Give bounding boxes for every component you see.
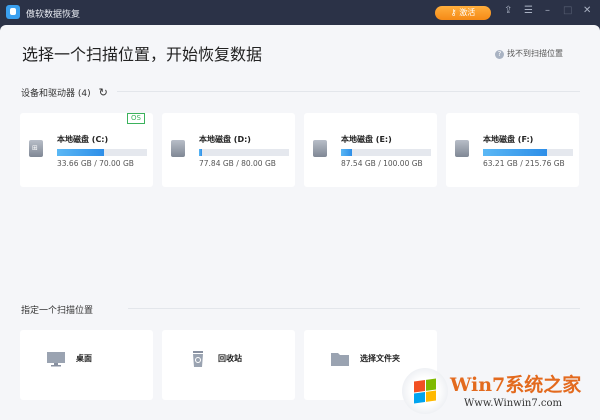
drive-usage-bar bbox=[483, 149, 573, 156]
question-icon: ? bbox=[495, 50, 504, 59]
location-label: 桌面 bbox=[76, 354, 92, 363]
devices-title: 设备和驱动器 (4) bbox=[21, 89, 91, 99]
drive-usage-bar bbox=[341, 149, 431, 156]
windows-logo-icon bbox=[402, 368, 448, 414]
drive-usage-fill bbox=[57, 149, 104, 156]
drive-usage-fill bbox=[483, 149, 547, 156]
location-label: 选择文件夹 bbox=[360, 354, 400, 363]
drive-name: 本地磁盘 (C:) bbox=[57, 135, 109, 144]
drive-usage-bar bbox=[57, 149, 147, 156]
refresh-icon[interactable]: ↻ bbox=[99, 86, 108, 99]
main-panel: 选择一个扫描位置，开始恢复数据 ? 找不到扫描位置 设备和驱动器 (4) ↻ OS … bbox=[0, 25, 600, 420]
drive-usage-fill bbox=[199, 149, 202, 156]
folder-icon bbox=[331, 353, 349, 366]
app-logo-icon bbox=[6, 5, 20, 19]
close-icon[interactable]: ✕ bbox=[583, 5, 591, 16]
locations-section-title: 指定一个扫描位置 bbox=[21, 306, 94, 316]
activate-button[interactable]: ⚷ 激活 bbox=[435, 6, 491, 20]
page-title: 选择一个扫描位置，开始恢复数据 bbox=[22, 45, 263, 64]
help-link-label: 找不到扫描位置 bbox=[507, 49, 563, 58]
drive-name: 本地磁盘 (E:) bbox=[341, 135, 392, 144]
title-bar: 傲软数据恢复 ⚷ 激活 ⇪ ☰ – □ ✕ bbox=[0, 0, 600, 25]
recycle-bin-icon bbox=[193, 351, 203, 367]
drive-size: 33.66 GB / 70.00 GB bbox=[57, 159, 134, 168]
drive-size: 63.21 GB / 215.76 GB bbox=[483, 159, 565, 168]
divider bbox=[128, 308, 580, 309]
key-icon: ⚷ bbox=[450, 8, 460, 17]
app-title: 傲软数据恢复 bbox=[26, 10, 81, 20]
watermark-url: Www.Winwin7.com bbox=[464, 398, 562, 409]
drive-name: 本地磁盘 (F:) bbox=[483, 135, 534, 144]
drive-usage-bar bbox=[199, 149, 289, 156]
desktop-icon bbox=[47, 352, 65, 367]
drive-icon bbox=[313, 140, 327, 157]
drive-name: 本地磁盘 (D:) bbox=[199, 135, 251, 144]
help-link[interactable]: ? 找不到扫描位置 bbox=[495, 48, 563, 59]
devices-section-title: 设备和驱动器 (4) ↻ bbox=[21, 86, 108, 99]
drive-card[interactable]: 本地磁盘 (D:) 77.84 GB / 80.00 GB bbox=[162, 113, 295, 187]
location-desktop[interactable]: 桌面 bbox=[20, 330, 153, 400]
watermark-brand: Win7系统之家 bbox=[450, 374, 582, 396]
drive-card[interactable]: 本地磁盘 (F:) 63.21 GB / 215.76 GB bbox=[446, 113, 579, 187]
menu-icon[interactable]: ☰ bbox=[524, 5, 533, 16]
divider bbox=[117, 91, 580, 92]
drive-icon bbox=[171, 140, 185, 157]
location-recycle-bin[interactable]: 回收站 bbox=[162, 330, 295, 400]
drive-size: 77.84 GB / 80.00 GB bbox=[199, 159, 276, 168]
windows-drive-icon: ⊞ bbox=[29, 140, 43, 157]
minimize-icon[interactable]: – bbox=[545, 5, 550, 16]
export-icon[interactable]: ⇪ bbox=[504, 5, 512, 16]
drive-card[interactable]: OS ⊞ 本地磁盘 (C:) 33.66 GB / 70.00 GB bbox=[20, 113, 153, 187]
maximize-icon[interactable]: □ bbox=[563, 5, 572, 16]
drive-usage-fill bbox=[341, 149, 352, 156]
drive-card[interactable]: 本地磁盘 (E:) 87.54 GB / 100.00 GB bbox=[304, 113, 437, 187]
activate-label: 激活 bbox=[459, 8, 476, 17]
drive-size: 87.54 GB / 100.00 GB bbox=[341, 159, 423, 168]
watermark-logo: Win7系统之家 Www.Winwin7.com bbox=[402, 368, 600, 420]
location-label: 回收站 bbox=[218, 354, 242, 363]
drive-icon bbox=[455, 140, 469, 157]
os-badge: OS bbox=[127, 113, 145, 124]
